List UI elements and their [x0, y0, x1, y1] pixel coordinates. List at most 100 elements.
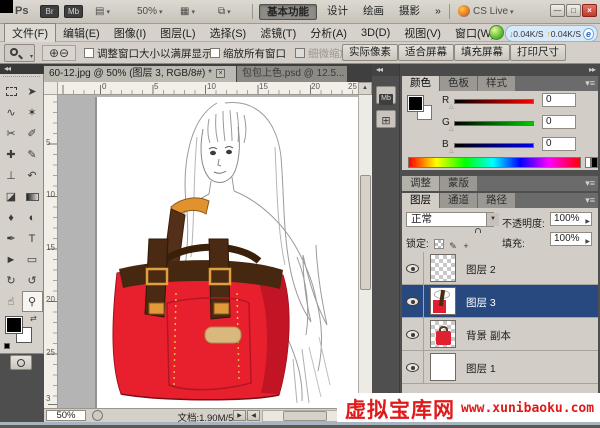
visibility-toggle[interactable] — [402, 252, 424, 285]
menu-3d[interactable]: 3D(D) — [354, 26, 397, 40]
tab-paths[interactable]: 路径 — [478, 193, 515, 208]
visibility-toggle[interactable] — [402, 318, 424, 351]
spectrum-black-swatch[interactable] — [591, 157, 598, 168]
actual-pixels-button[interactable]: 实际像素 — [342, 44, 398, 61]
default-colors-icon[interactable] — [4, 343, 10, 351]
blend-mode-select[interactable]: 正常 ▼ — [406, 212, 494, 227]
status-prev-button[interactable]: ◀ — [247, 410, 260, 421]
workspace-more-chevron[interactable]: » — [428, 4, 448, 20]
zoom-percent-field[interactable]: 50% — [46, 410, 86, 421]
canvas-page[interactable] — [97, 97, 358, 408]
minimize-button[interactable]: — — [550, 4, 565, 17]
layer-row[interactable]: 背景 副本 — [402, 318, 598, 351]
tool-history-brush[interactable]: ↶ — [22, 165, 43, 186]
workspace-design[interactable]: 设计 — [320, 4, 355, 20]
print-size-button[interactable]: 打印尺寸 — [510, 44, 566, 61]
clone-source-panel-icon[interactable]: ⊞ — [376, 110, 396, 128]
swap-colors-icon[interactable]: ⇄ — [30, 314, 37, 323]
lock-transparency-icon[interactable] — [434, 234, 447, 252]
panel-menu-icon[interactable]: ▾≡ — [585, 195, 595, 206]
panel-menu-icon[interactable]: ▾≡ — [585, 178, 595, 189]
panel-foreground-swatch[interactable] — [408, 96, 423, 111]
zoom-in-out-buttons[interactable]: ⊕⊖ — [42, 45, 76, 61]
layer-thumbnail[interactable] — [430, 287, 456, 315]
foreground-color-swatch[interactable] — [6, 317, 22, 333]
menu-edit[interactable]: 编辑(E) — [56, 24, 107, 42]
ie-browser-icon[interactable]: e — [583, 28, 594, 40]
workspace-essentials[interactable]: 基本功能 — [259, 4, 317, 20]
dock-collapse-arrows[interactable]: ▸▸ — [400, 64, 600, 76]
tool-healing-brush[interactable]: ✚ — [1, 144, 22, 165]
menu-analysis[interactable]: 分析(A) — [303, 24, 354, 42]
menu-image[interactable]: 图像(I) — [107, 24, 153, 42]
restore-button[interactable]: □ — [566, 4, 581, 17]
zoom-level-control[interactable]: 50%▾ — [137, 6, 163, 17]
strip-collapse-arrows[interactable]: ◂◂ — [372, 64, 399, 76]
layer-row-selected[interactable]: 图层 3 — [402, 285, 598, 318]
tab-close-icon[interactable]: × — [216, 69, 225, 78]
menu-file[interactable]: 文件(F) — [4, 23, 56, 43]
tab-adjustments[interactable]: 调整 — [402, 176, 439, 191]
blue-slider[interactable] — [454, 143, 534, 148]
screen-mode-icon[interactable]: ⧉▾ — [218, 6, 231, 17]
layer-thumbnail[interactable] — [430, 353, 456, 381]
tool-crop[interactable]: ✂ — [1, 123, 22, 144]
zoom-in-icon[interactable]: ⊕ — [49, 46, 59, 60]
tool-eraser[interactable]: ◪ — [1, 186, 22, 207]
layer-row[interactable]: 图层 1 — [402, 351, 598, 384]
tool-path-select[interactable]: ► — [1, 249, 22, 270]
visibility-toggle[interactable] — [402, 351, 424, 384]
vertical-scrollbar[interactable] — [358, 95, 372, 408]
mini-bridge-button[interactable]: Mb — [64, 5, 83, 18]
close-button[interactable]: × — [582, 4, 597, 17]
tab-styles[interactable]: 样式 — [478, 76, 515, 91]
layer-row[interactable]: 图层 2 — [402, 252, 598, 285]
menu-select[interactable]: 选择(S) — [203, 24, 254, 42]
menu-layer[interactable]: 图层(L) — [153, 24, 202, 42]
canvas-viewport[interactable] — [58, 95, 358, 408]
tool-move[interactable]: ➤ — [22, 81, 43, 102]
tab-channels[interactable]: 通道 — [440, 193, 477, 208]
resize-window-checkbox[interactable]: 调整窗口大小以满屏显示 — [84, 46, 213, 61]
zoom-all-windows-checkbox[interactable]: 缩放所有窗口 — [210, 46, 286, 61]
tool-marquee[interactable] — [1, 81, 22, 102]
red-slider[interactable] — [454, 99, 534, 104]
tool-type[interactable]: T — [22, 228, 43, 249]
tool-lasso[interactable]: ∿ — [1, 102, 22, 123]
tool-hand[interactable]: ☝ — [1, 291, 22, 312]
status-next-button[interactable]: ▶ — [233, 410, 246, 421]
chevron-down-icon[interactable]: ▼ — [486, 213, 499, 226]
mini-bridge-panel-icon[interactable]: Mb — [376, 86, 396, 104]
panel-menu-icon[interactable]: ▾≡ — [585, 78, 595, 89]
arrange-documents-icon[interactable]: ▦▾ — [180, 6, 195, 17]
tool-zoom[interactable]: ⚲ — [22, 291, 43, 312]
blue-value-field[interactable]: 0 — [542, 137, 576, 151]
tool-shape[interactable]: ▭ — [22, 249, 43, 270]
scroll-up-button[interactable]: ▲ — [358, 82, 372, 95]
layer-thumbnail[interactable] — [430, 320, 456, 348]
red-value-field[interactable]: 0 — [542, 93, 576, 107]
tab-swatches[interactable]: 色板 — [440, 76, 477, 91]
workspace-photography[interactable]: 摄影 — [392, 4, 427, 20]
document-tab-inactive[interactable]: 包包上色.psd @ 12.5...× — [237, 66, 347, 82]
tab-masks[interactable]: 蒙版 — [440, 176, 477, 191]
tool-quick-select[interactable]: ✶ — [22, 102, 43, 123]
tool-orbit-3d[interactable]: ↺ — [22, 270, 43, 291]
zoom-tool-preset[interactable]: ▾ — [4, 44, 35, 62]
tab-layers[interactable]: 图层 — [402, 193, 439, 208]
quick-mask-button[interactable] — [10, 355, 32, 370]
layer-thumbnail[interactable] — [430, 254, 456, 282]
menu-filter[interactable]: 滤镜(T) — [253, 24, 303, 42]
horizontal-scrollbar-thumb[interactable] — [283, 411, 327, 421]
tab-color[interactable]: 颜色 — [402, 76, 439, 91]
tool-pen[interactable]: ✒ — [1, 228, 22, 249]
zoom-out-icon[interactable]: ⊖ — [59, 46, 69, 60]
tool-clone-stamp[interactable]: ⊥ — [1, 165, 22, 186]
vertical-scrollbar-thumb[interactable] — [360, 175, 371, 290]
toolbar-collapse-arrows[interactable]: ◂◂ — [0, 64, 43, 74]
lock-paint-icon[interactable]: ✎ — [448, 234, 461, 252]
cs-live-menu[interactable]: CS Live▾ — [473, 6, 514, 17]
tool-gradient[interactable] — [22, 186, 43, 207]
fill-screen-button[interactable]: 填充屏幕 — [454, 44, 510, 61]
view-extras-icon[interactable]: ▤▾ — [95, 6, 110, 17]
